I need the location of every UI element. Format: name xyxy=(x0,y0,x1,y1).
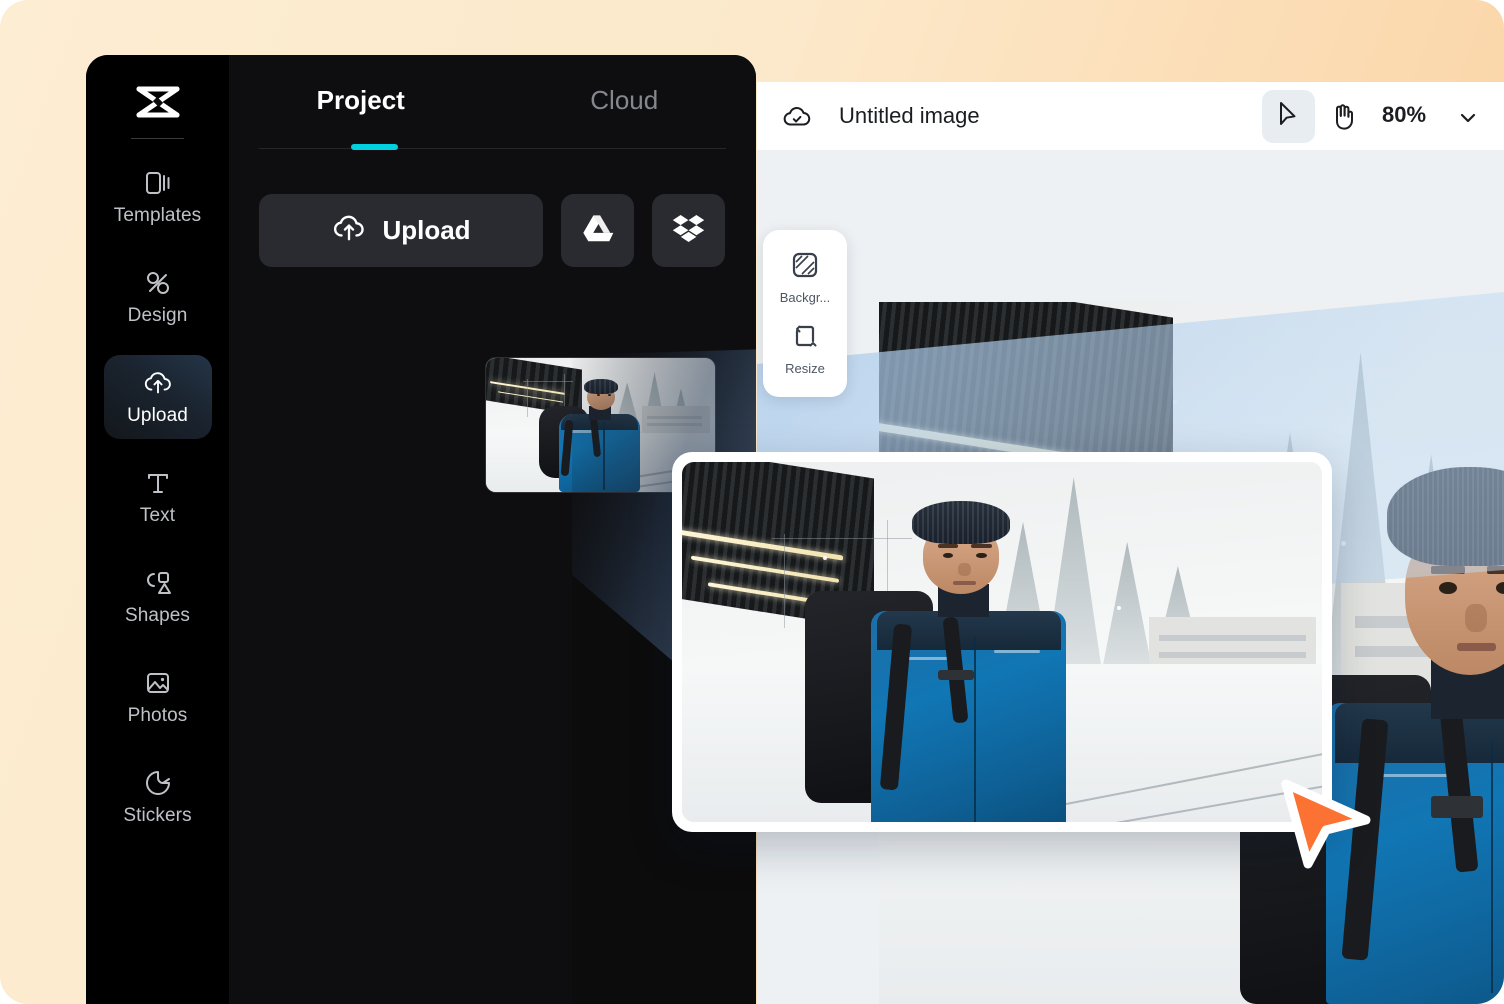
snow-station-photo-preview xyxy=(682,462,1322,822)
left-icon-rail: Templates Design Upload Text Shapes Phot… xyxy=(86,55,229,1004)
photos-icon xyxy=(143,668,173,698)
sidebar-item-photos[interactable]: Photos xyxy=(104,655,212,739)
dropbox-icon xyxy=(672,213,706,248)
canvas-tool-dock: Backgr... Resize xyxy=(763,230,847,397)
sidebar-item-upload[interactable]: Upload xyxy=(103,355,212,439)
zoom-level-value[interactable]: 80% xyxy=(1382,102,1426,128)
stickers-icon xyxy=(143,768,173,798)
dock-item-background[interactable]: Backgr... xyxy=(765,251,845,305)
orange-arrow-cursor-icon xyxy=(1281,779,1371,869)
sidebar-item-label: Stickers xyxy=(123,804,192,826)
capcut-logo-icon xyxy=(134,78,182,126)
resize-icon xyxy=(791,322,819,355)
upload-cloud-icon xyxy=(143,368,173,398)
background-icon xyxy=(791,251,819,284)
tab-active-underline xyxy=(351,144,398,150)
hand-icon xyxy=(1327,104,1360,137)
dock-item-label: Resize xyxy=(785,361,825,376)
tab-rule xyxy=(259,148,726,149)
sidebar-item-label: Photos xyxy=(127,704,188,726)
drag-preview-card[interactable] xyxy=(672,452,1332,832)
google-drive-button[interactable] xyxy=(561,194,634,267)
sidebar-item-label: Text xyxy=(139,504,176,526)
select-tool-button[interactable] xyxy=(1262,90,1315,143)
sidebar-item-templates[interactable]: Templates xyxy=(104,155,212,239)
shapes-icon xyxy=(143,568,173,598)
tab-cloud[interactable]: Cloud xyxy=(493,85,757,116)
sidebar-item-label: Shapes xyxy=(124,604,191,626)
chevron-down-icon[interactable] xyxy=(1457,107,1479,129)
upload-button-label: Upload xyxy=(382,215,471,245)
sidebar-item-stickers[interactable]: Stickers xyxy=(104,755,212,839)
sidebar-item-label: Design xyxy=(127,304,188,326)
page-root: Templates Design Upload Text Shapes Phot… xyxy=(0,0,1504,1004)
sidebar-item-shapes[interactable]: Shapes xyxy=(104,555,212,639)
sidebar-item-design[interactable]: Design xyxy=(104,255,212,339)
dropbox-button[interactable] xyxy=(652,194,725,267)
tab-project[interactable]: Project xyxy=(229,85,493,116)
hand-tool-button[interactable] xyxy=(1327,100,1360,133)
sidebar-item-label: Upload xyxy=(127,404,188,426)
text-icon xyxy=(143,468,173,498)
rail-divider xyxy=(131,138,184,139)
google-drive-icon xyxy=(581,213,615,248)
document-title[interactable]: Untitled image xyxy=(839,103,980,129)
upload-button[interactable]: Upload xyxy=(259,194,543,267)
sidebar-item-text[interactable]: Text xyxy=(104,455,212,539)
cloud-check-icon xyxy=(782,102,812,132)
app-shell: Templates Design Upload Text Shapes Phot… xyxy=(86,55,756,1004)
panel-tabs: Project Cloud xyxy=(229,55,756,116)
templates-icon xyxy=(143,168,173,198)
upload-cloud-icon xyxy=(331,212,367,249)
upload-actions-row: Upload xyxy=(259,194,725,267)
canvas-topbar: Untitled image 80% xyxy=(757,82,1504,150)
sidebar-item-label: Templates xyxy=(113,204,202,226)
drag-preview-image xyxy=(682,462,1322,822)
dock-item-resize[interactable]: Resize xyxy=(765,322,845,376)
dock-item-label: Backgr... xyxy=(779,290,831,305)
cursor-arrow-icon xyxy=(1276,100,1302,133)
design-icon xyxy=(143,268,173,298)
